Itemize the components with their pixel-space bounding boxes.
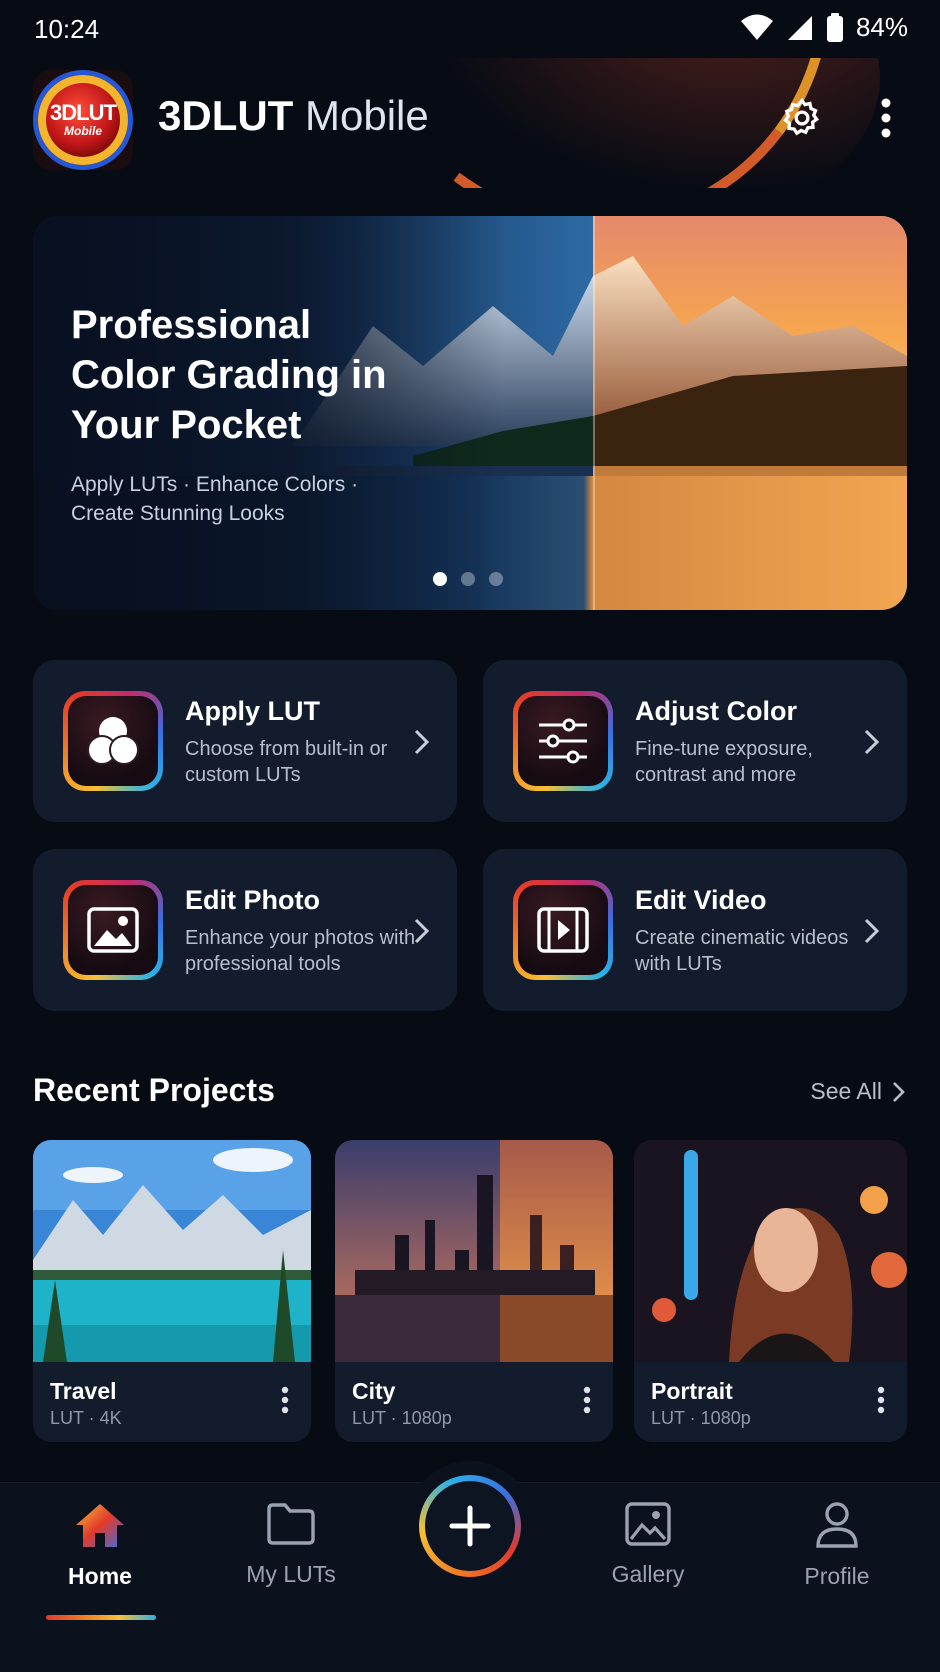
create-button[interactable] xyxy=(419,1475,521,1577)
project-thumbnail xyxy=(335,1140,613,1362)
edit-photo-card[interactable]: Edit Photo Enhance your photos with prof… xyxy=(33,849,457,1011)
project-card-portrait[interactable]: Portrait LUT · 1080p xyxy=(634,1140,907,1442)
before-after-divider[interactable] xyxy=(593,216,595,610)
lut-circles-icon xyxy=(87,717,139,765)
signal-icon xyxy=(787,15,812,40)
project-meta: LUT · 1080p xyxy=(352,1408,452,1428)
more-vertical-icon[interactable] xyxy=(583,1386,591,1414)
wifi-icon xyxy=(740,14,773,40)
project-thumbnail xyxy=(634,1140,907,1362)
home-icon xyxy=(76,1504,124,1547)
carousel-dot[interactable] xyxy=(489,572,503,586)
chevron-right-icon xyxy=(414,729,430,755)
project-name: City xyxy=(352,1378,396,1404)
bottom-navigation: Home My LUTs Gallery Profile xyxy=(0,1461,940,1672)
edit-video-card[interactable]: Edit Video Create cinematic videos with … xyxy=(483,849,907,1011)
chevron-right-icon xyxy=(864,918,880,944)
more-vertical-icon[interactable] xyxy=(281,1386,289,1414)
carousel-dot[interactable] xyxy=(461,572,475,586)
more-menu-button[interactable] xyxy=(862,94,910,142)
settings-button[interactable] xyxy=(778,94,826,142)
carousel-indicator[interactable] xyxy=(433,572,503,586)
chevron-right-icon xyxy=(414,918,430,944)
adjust-color-card[interactable]: Adjust Color Fine-tune exposure, contras… xyxy=(483,660,907,822)
project-meta: LUT · 1080p xyxy=(651,1408,751,1428)
app-title: 3DLUT Mobile xyxy=(158,92,429,139)
see-all-link[interactable]: See All xyxy=(810,1078,906,1105)
recent-projects-title: Recent Projects xyxy=(33,1072,275,1108)
status-bar: 10:24 84% xyxy=(0,0,940,58)
project-card-city[interactable]: City LUT · 1080p xyxy=(335,1140,613,1442)
hero-banner[interactable]: Professional Color Grading in Your Pocke… xyxy=(33,216,907,610)
nav-gallery[interactable]: Gallery xyxy=(568,1501,728,1588)
gear-icon xyxy=(783,97,819,136)
project-card-travel[interactable]: Travel LUT · 4K xyxy=(33,1140,311,1442)
sliders-icon xyxy=(539,718,587,764)
plus-icon xyxy=(449,1505,491,1547)
image-icon xyxy=(87,907,139,953)
hero-title: Professional Color Grading in Your Pocke… xyxy=(71,303,387,447)
active-tab-indicator xyxy=(46,1615,156,1620)
hero-subtitle: Apply LUTs · Enhance Colors · Create Stu… xyxy=(71,473,359,525)
battery-percent: 84% xyxy=(855,12,908,42)
app-logo: 3DLUT Mobile xyxy=(33,70,133,170)
app-header: 3DLUT Mobile 3DLUT Mobile xyxy=(0,58,940,188)
folder-icon xyxy=(267,1503,315,1545)
chevron-right-icon xyxy=(864,729,880,755)
project-name: Portrait xyxy=(651,1378,733,1404)
project-name: Travel xyxy=(50,1378,117,1404)
project-thumbnail xyxy=(33,1140,311,1362)
gallery-icon xyxy=(625,1502,671,1546)
film-icon xyxy=(537,907,589,953)
nav-my-luts[interactable]: My LUTs xyxy=(211,1501,371,1588)
status-time: 10:24 xyxy=(34,14,100,44)
project-meta: LUT · 4K xyxy=(50,1408,122,1428)
apply-lut-card[interactable]: Apply LUT Choose from built-in or custom… xyxy=(33,660,457,822)
chevron-right-icon xyxy=(893,1081,905,1102)
battery-icon xyxy=(826,12,843,42)
more-vertical-icon[interactable] xyxy=(877,1386,885,1414)
carousel-dot[interactable] xyxy=(433,572,447,586)
more-vertical-icon xyxy=(881,98,891,138)
nav-profile[interactable]: Profile xyxy=(757,1501,917,1590)
profile-icon xyxy=(816,1502,858,1548)
nav-home[interactable]: Home xyxy=(20,1501,180,1590)
